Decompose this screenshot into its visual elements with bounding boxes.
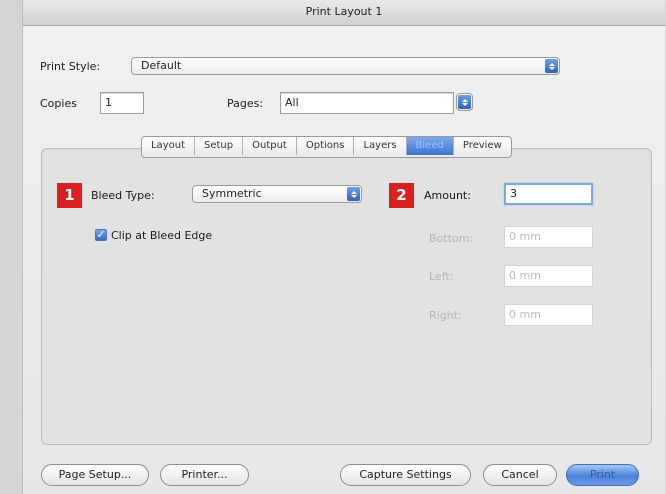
- cancel-button[interactable]: Cancel: [483, 464, 557, 486]
- print-dialog: Print Layout 1 Print Style: Default Copi…: [22, 0, 665, 494]
- copies-label: Copies: [40, 97, 77, 110]
- right-label: Right:: [429, 309, 462, 322]
- print-style-value: Default: [141, 59, 182, 72]
- print-button[interactable]: Print: [566, 464, 639, 486]
- tab-options[interactable]: Options: [297, 137, 355, 155]
- bleed-type-value: Symmetric: [202, 187, 262, 200]
- tab-preview[interactable]: Preview: [454, 137, 511, 155]
- pages-popup-button[interactable]: [456, 93, 473, 111]
- print-style-label: Print Style:: [40, 60, 101, 73]
- bottom-field[interactable]: 0 mm: [504, 226, 593, 248]
- tab-bleed[interactable]: Bleed: [406, 137, 454, 155]
- left-field[interactable]: 0 mm: [504, 265, 593, 287]
- capture-settings-button[interactable]: Capture Settings: [340, 464, 471, 486]
- callout-badge-2: 2: [389, 183, 414, 208]
- bleed-type-label: Bleed Type:: [91, 189, 155, 202]
- amount-label: Amount:: [424, 189, 471, 202]
- left-label: Left:: [429, 270, 454, 283]
- tab-layout[interactable]: Layout: [142, 137, 195, 155]
- tab-layers[interactable]: Layers: [354, 137, 407, 155]
- tab-output[interactable]: Output: [243, 137, 297, 155]
- print-style-popup[interactable]: Default: [131, 57, 560, 75]
- right-field[interactable]: 0 mm: [504, 304, 593, 326]
- pages-field[interactable]: All: [280, 92, 454, 114]
- clip-checkbox[interactable]: ✓: [95, 229, 107, 241]
- callout-badge-1: 1: [57, 183, 82, 208]
- popup-arrows-icon: [545, 59, 558, 73]
- clip-at-bleed-edge-label: Clip at Bleed Edge: [111, 229, 213, 242]
- bottom-label: Bottom:: [429, 232, 474, 245]
- page-setup-button[interactable]: Page Setup...: [41, 464, 149, 486]
- copies-field[interactable]: 1: [100, 92, 144, 114]
- bleed-type-popup[interactable]: Symmetric: [192, 185, 362, 203]
- popup-arrows-icon: [458, 95, 471, 109]
- checkmark-icon: ✓: [96, 228, 106, 241]
- tab-setup[interactable]: Setup: [195, 137, 244, 155]
- popup-arrows-icon: [347, 187, 360, 201]
- printer-button[interactable]: Printer...: [160, 464, 249, 486]
- window-title: Print Layout 1: [23, 0, 665, 26]
- amount-field[interactable]: 3: [504, 183, 593, 205]
- tab-bar: Layout Setup Output Options Layers Bleed…: [141, 136, 512, 158]
- pages-label: Pages:: [227, 97, 264, 110]
